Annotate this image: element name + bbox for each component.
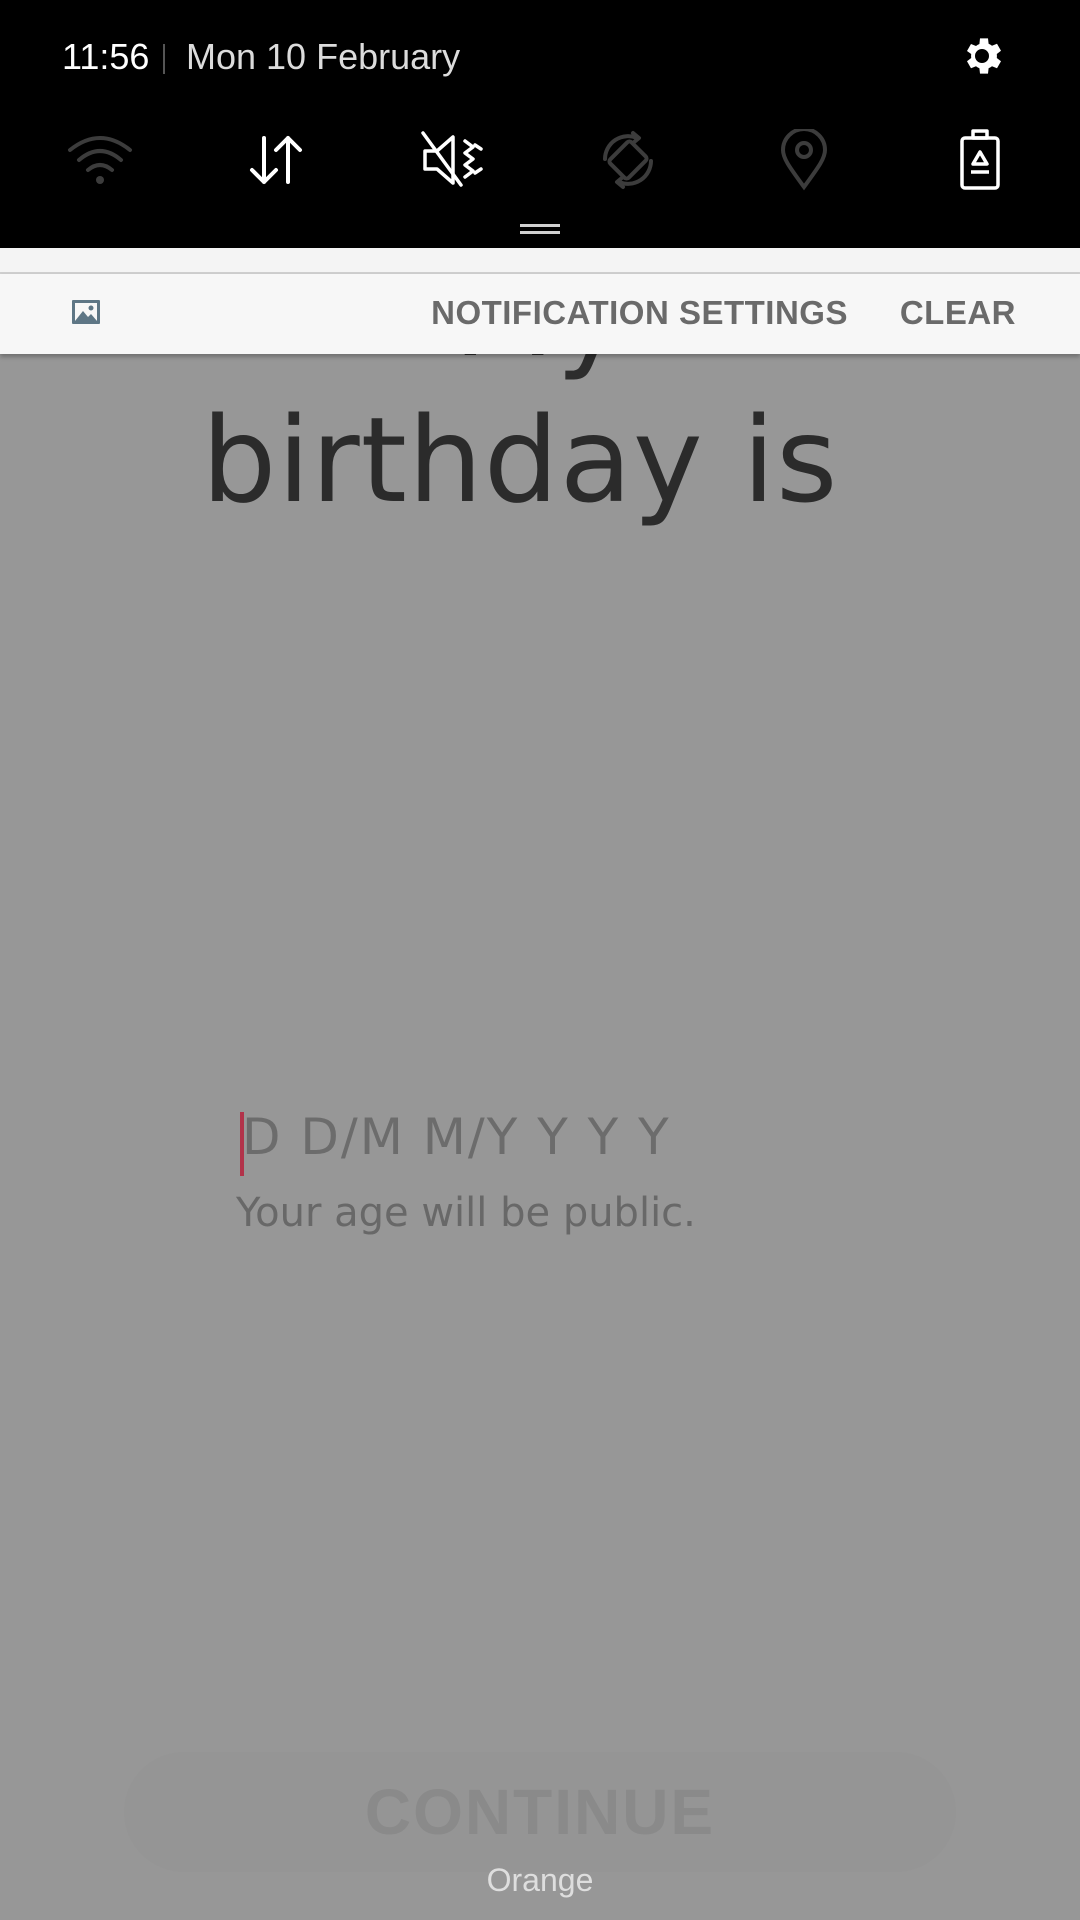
shade-divider [0, 248, 1080, 274]
settings-gear-icon[interactable] [958, 32, 1006, 80]
clock: 11:56 [62, 36, 150, 77]
shade-drag-handle[interactable] [520, 224, 560, 234]
notification-shade: 11:56 Mon 10 February [0, 0, 1080, 248]
image-icon [72, 300, 100, 324]
birthday-date-input[interactable]: D D/M M/Y Y Y Y [236, 1108, 856, 1180]
quick-toggle-auto-rotate[interactable] [588, 120, 668, 200]
quick-toggle-mobile-data[interactable] [236, 120, 316, 200]
auto-rotate-icon [603, 131, 653, 189]
mobile-data-icon [250, 136, 302, 184]
quick-settings-row [0, 120, 1080, 200]
carrier-label: Orange [486, 1862, 594, 1898]
power-saving-icon [960, 129, 1000, 190]
date-label: Mon 10 February [186, 36, 461, 77]
continue-button[interactable]: CONTINUE [124, 1752, 956, 1872]
notification-actions-bar: NOTIFICATION SETTINGS CLEAR [0, 274, 1080, 354]
quick-toggle-sound[interactable] [412, 120, 492, 200]
date-mask-placeholder: D D/M M/Y Y Y Y [242, 1108, 671, 1166]
page-title: birthday is [201, 391, 839, 529]
quick-toggle-power-saving[interactable] [940, 120, 1020, 200]
divider [163, 44, 165, 74]
quick-toggle-wifi[interactable] [60, 120, 140, 200]
quick-toggle-location[interactable] [764, 120, 844, 200]
notification-settings-button[interactable]: NOTIFICATION SETTINGS [431, 294, 848, 332]
clear-button[interactable]: CLEAR [900, 294, 1016, 332]
age-public-helper-text: Your age will be public. [236, 1190, 696, 1236]
wifi-icon [68, 136, 132, 184]
mute-vibrate-icon [421, 131, 483, 187]
location-icon [780, 129, 828, 191]
